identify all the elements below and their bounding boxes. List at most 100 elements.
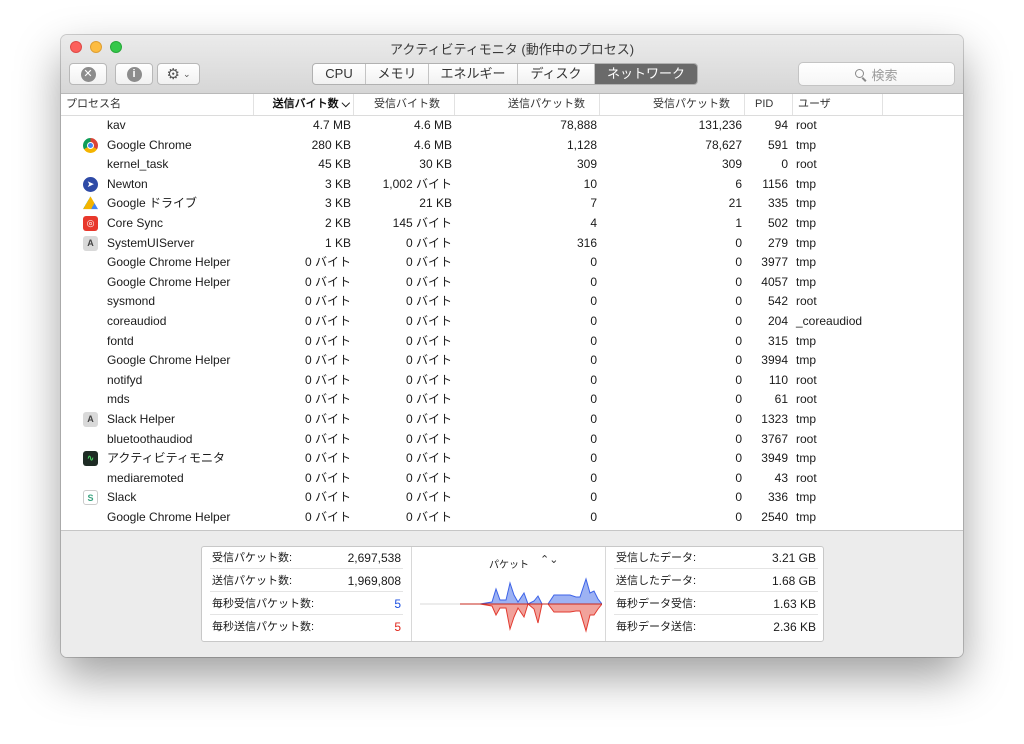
received-packets-cell: 131,236 <box>698 118 742 132</box>
user-cell: root <box>796 392 817 407</box>
pid-cell: 279 <box>767 235 788 250</box>
table-row[interactable]: A SystemUIServer 1 KB 0 バイト 316 0 279 tmp <box>61 234 963 254</box>
table-row[interactable]: Google Chrome 280 KB 4.6 MB 1,128 78,627 591 t… <box>61 136 963 156</box>
table-row[interactable]: Google Chrome Helper 0 バイト 0 バイト 0 0 4057 tmp <box>61 273 963 293</box>
table-row[interactable]: Google Chrome Helper 0 バイト 0 バイト 0 0 2540 tmp <box>61 508 963 528</box>
process-name-cell: notifyd <box>107 372 143 387</box>
process-name-cell: Google Chrome Helper <box>107 274 231 289</box>
sent-bytes-cell: 0 バイト <box>304 274 351 289</box>
sent-packets-cell: 0 <box>590 274 597 289</box>
sent-packets-area <box>460 603 602 633</box>
quit-process-button[interactable]: ✕ <box>69 63 107 85</box>
pid-cell: 110 <box>768 372 788 387</box>
table-row[interactable]: bluetoothaudiod 0 バイト 0 バイト 0 0 3767 root <box>61 430 963 450</box>
sent-packets-cell: 316 <box>576 235 597 250</box>
tab-network[interactable]: ネットワーク <box>595 64 697 84</box>
received-packets-cell: 0 <box>735 509 742 524</box>
received-packets-cell: 21 <box>728 196 742 211</box>
sent-packets-cell: 0 <box>590 333 597 348</box>
user-cell: root <box>796 294 817 309</box>
process-name-cell: sysmond <box>107 294 156 309</box>
pid-cell: 2540 <box>761 509 788 524</box>
received-packets-cell: 1 <box>735 215 742 230</box>
column-header-received-packets[interactable]: 受信パケット数 <box>600 94 745 115</box>
stat-row: 送信したデータ: 1.68 GB <box>614 570 818 592</box>
received-bytes-cell: 0 バイト <box>405 451 452 466</box>
graph-mode-toggle[interactable]: ⌃⌄ <box>540 553 558 566</box>
user-cell: root <box>796 118 817 132</box>
user-cell: tmp <box>796 333 817 348</box>
received-packets-cell: 0 <box>735 235 742 250</box>
pid-cell: 1156 <box>762 176 788 191</box>
process-name-cell: Google Chrome Helper <box>107 509 231 524</box>
received-packets-cell: 0 <box>735 470 742 485</box>
slack-helper-icon: A <box>83 411 98 427</box>
table-row[interactable]: Google Chrome Helper 0 バイト 0 バイト 0 0 3994 tmp <box>61 351 963 371</box>
sent-packets-cell: 0 <box>590 255 597 270</box>
sent-packets-cell: 309 <box>576 157 597 172</box>
pid-cell: 3949 <box>761 451 788 466</box>
sent-bytes-cell: 0 バイト <box>304 451 351 466</box>
process-name-cell: mediaremoted <box>107 470 184 485</box>
process-name-cell: fontd <box>107 333 134 348</box>
table-row[interactable]: fontd 0 バイト 0 バイト 0 0 315 tmp <box>61 332 963 352</box>
footer-panel: 受信パケット数: 2,697,538 送信パケット数: 1,969,808 毎秒受信… <box>61 531 963 657</box>
user-cell: tmp <box>796 137 817 152</box>
received-bytes-cell: 0 バイト <box>405 353 452 368</box>
received-bytes-cell: 0 バイト <box>405 509 452 524</box>
action-menu-button[interactable]: ⚙ ⌄ <box>157 63 200 85</box>
sent-packets-cell: 4 <box>590 215 597 230</box>
sent-packets-cell: 0 <box>590 509 597 524</box>
received-bytes-cell: 21 KB <box>419 196 452 211</box>
table-row[interactable]: mediaremoted 0 バイト 0 バイト 0 0 43 root <box>61 469 963 489</box>
table-row[interactable]: kav 4.7 MB 4.6 MB 78,888 131,236 94 root <box>61 116 963 136</box>
tab-disk[interactable]: ディスク <box>518 64 595 84</box>
table-row[interactable]: S Slack 0 バイト 0 バイト 0 0 336 tmp <box>61 488 963 508</box>
process-name-cell: Google Chrome Helper <box>107 353 231 368</box>
sent-packets-cell: 0 <box>590 470 597 485</box>
column-header-received-bytes[interactable]: 受信バイト数 <box>354 94 455 115</box>
pid-cell: 502 <box>767 215 788 230</box>
column-header-sent-packets[interactable]: 送信パケット数 <box>455 94 600 115</box>
column-header-pid[interactable]: PID <box>745 94 793 115</box>
table-row[interactable]: ➤ Newton 3 KB 1,002 バイト 10 6 1156 tmp <box>61 175 963 195</box>
pid-cell: 315 <box>767 333 788 348</box>
tab-memory[interactable]: メモリ <box>366 64 429 84</box>
column-header-sent-bytes[interactable]: 送信バイト数 ⌵ <box>254 94 354 115</box>
sent-packets-cell: 0 <box>590 431 597 446</box>
sent-bytes-cell: 4.7 MB <box>312 118 351 132</box>
column-header-user[interactable]: ユーザ <box>793 94 883 115</box>
pid-cell: 542 <box>767 294 788 309</box>
table-row[interactable]: Google Chrome Helper 0 バイト 0 バイト 0 0 3977 tmp <box>61 253 963 273</box>
tab-cpu[interactable]: CPU <box>313 64 366 84</box>
received-bytes-cell: 0 バイト <box>405 431 452 446</box>
table-row[interactable]: ∿ アクティビティモニタ 0 バイト 0 バイト 0 0 3949 tmp <box>61 449 963 469</box>
inspect-process-button[interactable]: i <box>115 63 153 85</box>
table-row[interactable]: Google ドライブ 3 KB 21 KB 7 21 335 tmp <box>61 194 963 214</box>
tab-energy[interactable]: エネルギー <box>429 64 518 84</box>
search-field[interactable]: 検索 <box>798 62 955 86</box>
received-packets-cell: 78,627 <box>705 137 742 152</box>
received-packets-cell: 0 <box>735 255 742 270</box>
sent-bytes-cell: 0 バイト <box>304 411 351 426</box>
sent-bytes-cell: 0 バイト <box>304 431 351 446</box>
table-row[interactable]: sysmond 0 バイト 0 バイト 0 0 542 root <box>61 292 963 312</box>
column-header-process-name[interactable]: プロセス名 <box>61 94 254 115</box>
table-row[interactable]: kernel_task 45 KB 30 KB 309 309 0 root <box>61 155 963 175</box>
table-row[interactable]: mds 0 バイト 0 バイト 0 0 61 root <box>61 390 963 410</box>
user-cell: tmp <box>796 411 817 426</box>
table-row[interactable]: A Slack Helper 0 バイト 0 バイト 0 0 1323 tmp <box>61 410 963 430</box>
sent-bytes-cell: 0 バイト <box>304 372 351 387</box>
table-row[interactable]: notifyd 0 バイト 0 バイト 0 0 110 root <box>61 371 963 391</box>
pid-cell: 61 <box>774 392 788 407</box>
sent-bytes-cell: 0 バイト <box>304 333 351 348</box>
tab-bar: CPU メモリ エネルギー ディスク ネットワーク <box>312 63 698 85</box>
table-row[interactable]: coreaudiod 0 バイト 0 バイト 0 0 204 _coreaudiod <box>61 312 963 332</box>
process-name-cell: SystemUIServer <box>107 235 195 250</box>
pid-cell: 335 <box>767 196 788 211</box>
received-packets-cell: 0 <box>735 372 742 387</box>
table-row[interactable]: ◎ Core Sync 2 KB 145 バイト 4 1 502 tmp <box>61 214 963 234</box>
sent-bytes-cell: 1 KB <box>324 235 351 250</box>
received-bytes-cell: 0 バイト <box>405 372 452 387</box>
process-name-cell: アクティビティモニタ <box>107 451 225 466</box>
